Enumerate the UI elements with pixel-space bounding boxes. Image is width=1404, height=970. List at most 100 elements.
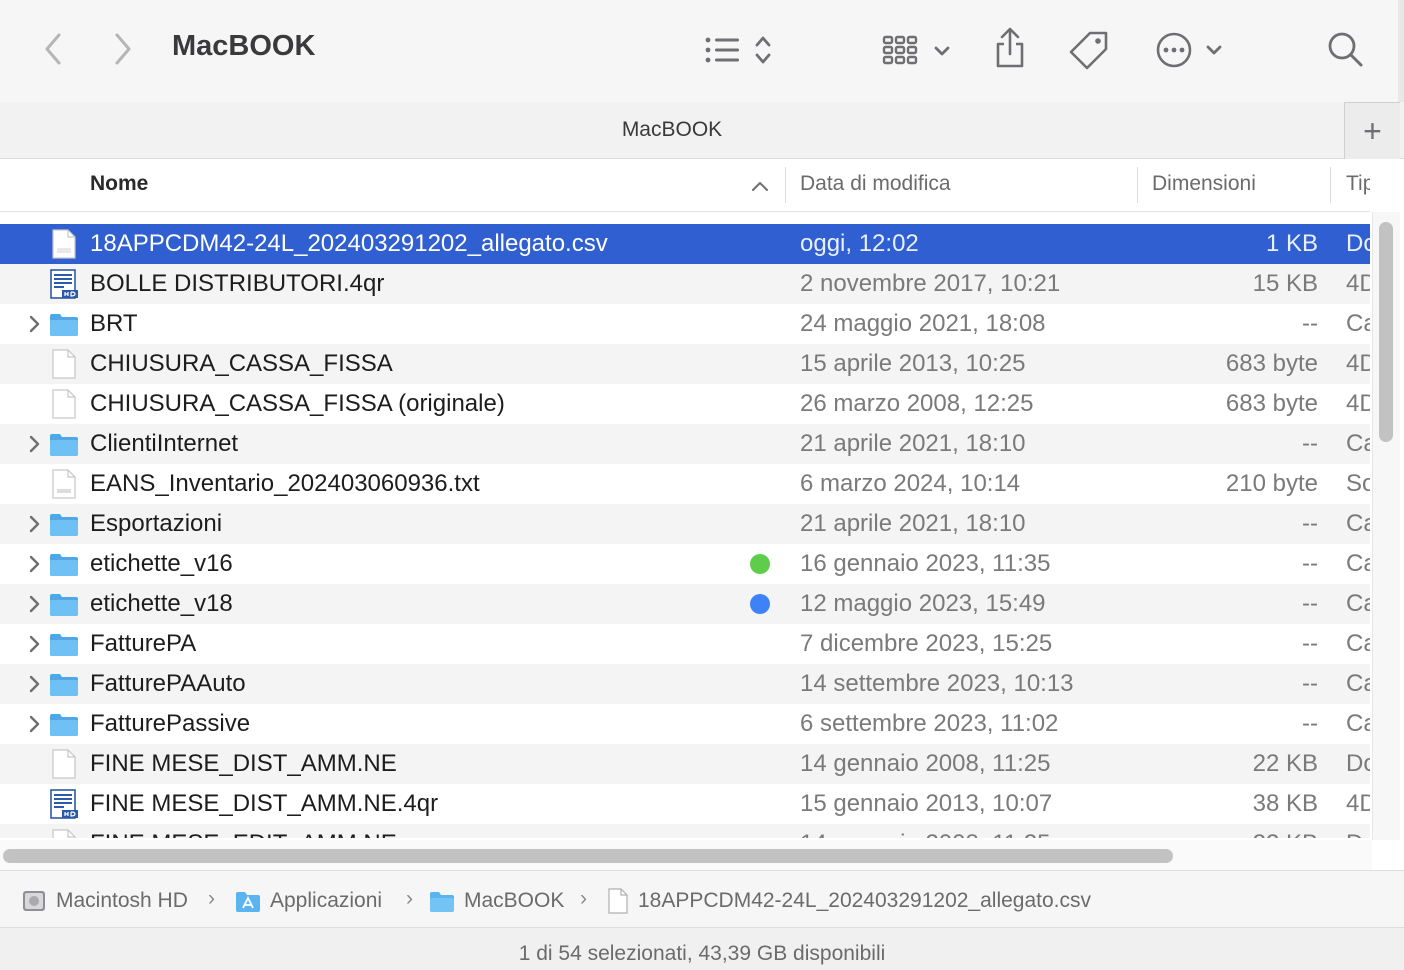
file-size: 22 KB (1150, 830, 1318, 838)
file-name: FINE MESE_DIST_AMM.NE.4qr (90, 790, 439, 817)
tag-button[interactable] (1066, 28, 1112, 72)
file-kind: Cartella (1346, 670, 1370, 697)
file-name: etichette_v16 (90, 550, 233, 577)
back-button[interactable] (36, 30, 70, 68)
modified-date: 14 gennaio 2008, 11:25 (800, 750, 1051, 777)
file-kind: Cartella (1346, 510, 1370, 537)
file-icon (48, 308, 80, 340)
share-button[interactable] (990, 24, 1030, 72)
table-row[interactable]: BRT 24 maggio 2021, 18:08 -- Cartella (0, 304, 1370, 344)
vertical-scroll-thumb[interactable] (1379, 222, 1393, 442)
more-actions-button[interactable] (1152, 28, 1228, 72)
disclosure-chevron-icon[interactable] (24, 554, 44, 574)
column-date[interactable]: Data di modifica (800, 172, 951, 196)
4d-report-icon (50, 269, 78, 299)
path-item-current-file[interactable]: 18APPCDM42-24L_202403291202_allegato.csv (606, 887, 1091, 915)
table-row[interactable]: CHIUSURA_CASSA_FISSA 15 aprile 2013, 10:2… (0, 344, 1370, 384)
horizontal-scrollbar[interactable] (0, 840, 1372, 870)
file-size: 38 KB (1252, 790, 1318, 817)
column-size[interactable]: Dimensioni (1152, 172, 1256, 196)
file-size: 683 byte (1225, 390, 1318, 417)
table-row[interactable]: FatturePAAuto 14 settembre 2023, 10:13 -- C… (0, 664, 1370, 704)
file-icon (48, 268, 80, 300)
window-title: MacBOOK (172, 30, 316, 62)
file-size: -- (1302, 670, 1318, 697)
window-edge (1398, 0, 1404, 102)
view-mode-button[interactable] (700, 28, 780, 72)
file-size: -- (1302, 710, 1318, 737)
folder-icon (50, 634, 78, 656)
modified-date: 14 gennaio 2008, 11:25 (800, 830, 1050, 838)
column-separator[interactable] (1137, 167, 1138, 203)
document-icon (608, 888, 628, 914)
disclosure-chevron-icon[interactable] (24, 714, 44, 734)
column-name[interactable]: Nome (90, 172, 148, 196)
table-row[interactable]: BOLLE DISTRIBUTORI.4qr 2 novembre 2017, 1… (0, 264, 1370, 304)
table-row[interactable]: FatturePassive 6 settembre 2023, 11:02 -- C… (0, 704, 1370, 744)
path-item-label: 18APPCDM42-24L_202403291202_allegato.csv (638, 889, 1091, 912)
disclosure-chevron-icon[interactable] (24, 634, 44, 654)
disclosure-chevron-icon[interactable] (24, 314, 44, 334)
path-item-macbook[interactable]: MacBOOK (428, 887, 564, 915)
disclosure-chevron-icon[interactable] (24, 514, 44, 534)
modified-date: 16 gennaio 2023, 11:35 (800, 550, 1051, 577)
path-separator: › (406, 887, 413, 910)
table-row[interactable]: FatturePA 7 dicembre 2023, 15:25 -- Cartell… (0, 624, 1370, 664)
file-name: CHIUSURA_CASSA_FISSA (90, 350, 393, 377)
group-button[interactable] (876, 28, 956, 72)
column-type[interactable]: Tipo (1346, 172, 1370, 196)
horizontal-scroll-thumb[interactable] (3, 849, 1173, 863)
disclosure-chevron-icon[interactable] (24, 434, 44, 454)
file-kind: Documento (1346, 830, 1370, 838)
column-separator[interactable] (1330, 167, 1331, 203)
table-row[interactable]: FINE MESE_EDIT_AMM.NE 14 gennaio 2008, 11… (0, 824, 1370, 838)
chevron-left-icon (45, 33, 61, 65)
table-row[interactable]: ClientiInternet 21 aprile 2021, 18:10 -- Ca… (0, 424, 1370, 464)
modified-date: 21 aprile 2021, 18:10 (800, 430, 1026, 457)
file-kind: 4D (1346, 270, 1370, 297)
modified-date: 26 marzo 2008, 12:25 (800, 390, 1034, 417)
path-item-applicazioni[interactable]: Applicazioni (234, 887, 382, 915)
magnifier-icon (1328, 32, 1363, 67)
column-separator[interactable] (785, 167, 786, 203)
table-row[interactable]: 18APPCDM42-24L_202403291202_allegato.csv… (0, 224, 1370, 264)
file-size: -- (1302, 590, 1318, 617)
file-name: BRT (90, 310, 138, 337)
file-name: CHIUSURA_CASSA_FISSA (originale) (90, 390, 505, 417)
file-name: etichette_v18 (90, 590, 233, 617)
file-name: FINE MESE_DIST_AMM.NE (90, 750, 397, 777)
file-size: -- (1302, 510, 1318, 537)
new-tab-button[interactable]: + (1344, 102, 1400, 159)
search-button[interactable] (1324, 28, 1366, 70)
path-item-macintosh-hd[interactable]: Macintosh HD (20, 887, 188, 915)
forward-button[interactable] (106, 30, 140, 68)
file-name: FatturePAAuto (90, 670, 246, 697)
chevron-right-icon (29, 515, 40, 533)
chevron-right-icon (29, 315, 40, 333)
vertical-scrollbar[interactable] (1372, 212, 1400, 840)
modified-date: 21 aprile 2021, 18:10 (800, 510, 1026, 537)
path-bar: Macintosh HD › Applicazioni › MacBOOK › … (0, 870, 1404, 928)
table-row[interactable]: etichette_v18 12 maggio 2023, 15:49 -- Cart… (0, 584, 1370, 624)
file-icon (48, 668, 80, 700)
grid-group-icon (882, 35, 950, 65)
modified-date: 12 maggio 2023, 15:49 (800, 590, 1046, 617)
tab-macbook[interactable]: MacBOOK (0, 118, 1344, 142)
table-row[interactable]: FINE MESE_DIST_AMM.NE 14 gennaio 2008, 11… (0, 744, 1370, 784)
sort-ascending-icon[interactable] (750, 176, 770, 196)
table-row[interactable]: EANS_Inventario_202403060936.txt 6 marzo … (0, 464, 1370, 504)
table-row[interactable]: CHIUSURA_CASSA_FISSA (originale) 26 marzo… (0, 384, 1370, 424)
chevron-right-icon (29, 715, 40, 733)
modified-date: 24 maggio 2021, 18:08 (800, 310, 1046, 337)
file-icon (48, 388, 80, 420)
file-icon (48, 468, 80, 500)
table-row[interactable]: FINE MESE_DIST_AMM.NE.4qr 15 gennaio 2013… (0, 784, 1370, 824)
file-name: ClientiInternet (90, 430, 239, 457)
disclosure-chevron-icon[interactable] (24, 674, 44, 694)
table-row[interactable]: Esportazioni 21 aprile 2021, 18:10 -- Carte… (0, 504, 1370, 544)
table-row[interactable]: etichette_v16 16 gennaio 2023, 11:35 -- Car… (0, 544, 1370, 584)
disclosure-chevron-icon[interactable] (24, 594, 44, 614)
file-list: 18APPCDM42-24L_202403291202_allegato.csv… (0, 224, 1370, 838)
path-item-label: MacBOOK (464, 889, 565, 912)
folder-icon (430, 892, 454, 912)
